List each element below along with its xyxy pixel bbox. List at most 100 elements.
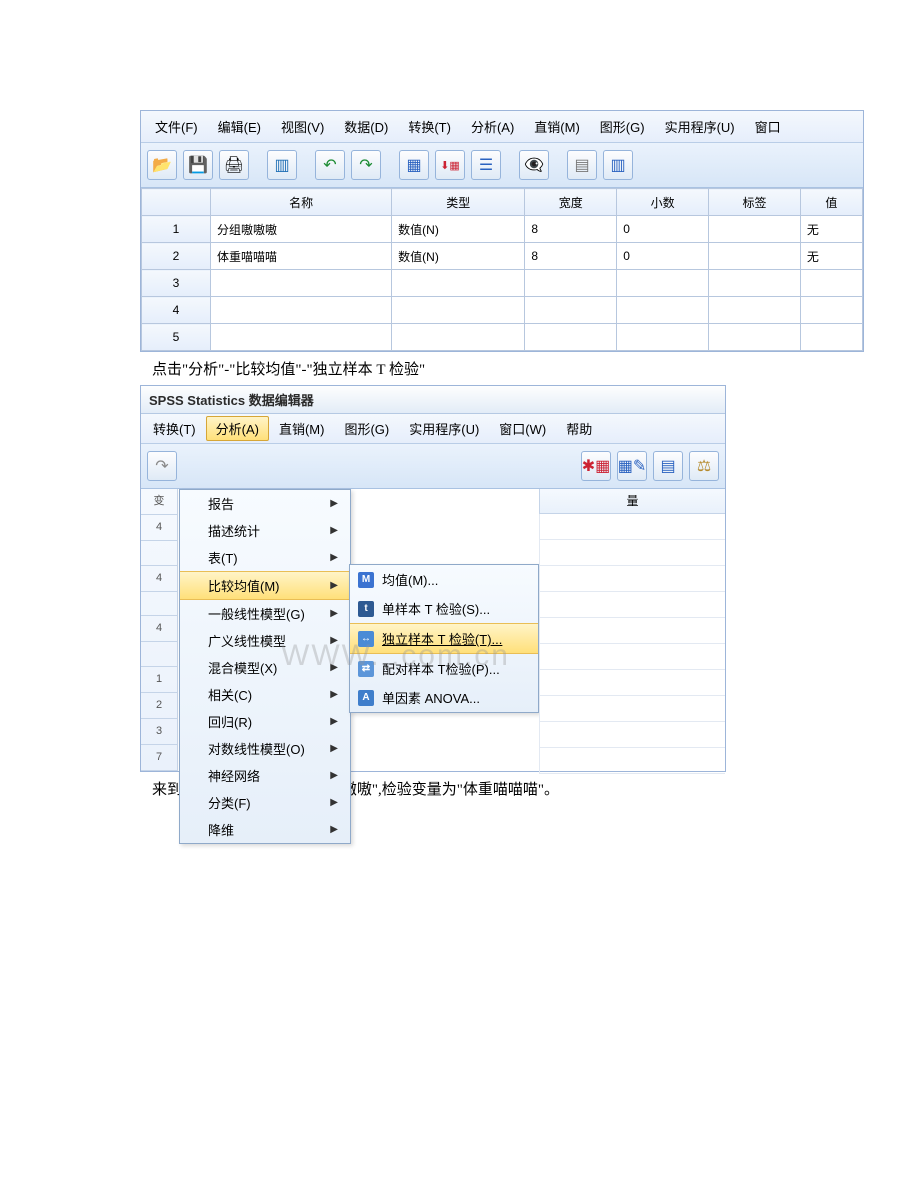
arrow-right-icon: ▶ <box>330 716 338 727</box>
spss-window-variable-view: 文件(F) 编辑(E) 视图(V) 数据(D) 转换(T) 分析(A) 直销(M… <box>140 110 864 352</box>
row-number: 2 <box>142 243 211 270</box>
menu-transform[interactable]: 转换(T) <box>143 416 206 441</box>
paired-t-icon: ⇄ <box>358 661 374 677</box>
col-width: 宽度 <box>525 189 617 216</box>
cell-type[interactable]: 数值(N) <box>392 216 525 243</box>
cell-width[interactable]: 8 <box>525 216 617 243</box>
arrow-right-icon: ▶ <box>330 662 338 673</box>
undo-icon[interactable]: ↶ <box>315 150 345 180</box>
cell-values[interactable]: 无 <box>800 216 862 243</box>
arrow-right-icon: ▶ <box>330 580 338 591</box>
menu-analyze[interactable]: 分析(A) <box>206 416 269 441</box>
save-icon[interactable]: 💾 <box>183 150 213 180</box>
menu-direct[interactable]: 直销(M) <box>269 416 335 441</box>
menu-item-compare-means[interactable]: 比较均值(M)▶ <box>180 571 350 600</box>
chart-icon[interactable]: ▦✎ <box>617 451 647 481</box>
anova-icon: A <box>358 690 374 706</box>
cell-width[interactable]: 8 <box>525 243 617 270</box>
row-number: 1 <box>141 667 177 693</box>
redo-icon[interactable]: ↷ <box>147 451 177 481</box>
col-dec: 小数 <box>617 189 709 216</box>
print-icon[interactable]: 🖨 <box>219 150 249 180</box>
table-row[interactable]: 1 分组嗷嗷嗷 数值(N) 8 0 无 <box>142 216 863 243</box>
menu-edit[interactable]: 编辑(E) <box>208 114 271 139</box>
split-icon[interactable]: ▤ <box>567 150 597 180</box>
cell-values[interactable]: 无 <box>800 243 862 270</box>
menu-utilities[interactable]: 实用程序(U) <box>655 114 745 139</box>
menu-item-tables[interactable]: 表(T)▶ <box>180 544 350 571</box>
menu-item-glm[interactable]: 一般线性模型(G)▶ <box>180 600 350 627</box>
toolbar: 📂 💾 🖨 ▥ ↶ ↷ ▦ ⬇▦ ☰ 👁‍🗨 ▤ ▥ <box>141 143 863 188</box>
table-row[interactable]: 5 <box>142 324 863 351</box>
menu-graph[interactable]: 图形(G) <box>334 416 399 441</box>
cell-dec[interactable]: 0 <box>617 243 709 270</box>
menu-utilities[interactable]: 实用程序(U) <box>399 416 489 441</box>
menu-help[interactable]: 帮助 <box>556 416 602 441</box>
submenu-item-means[interactable]: M 均值(M)... <box>350 565 538 594</box>
arrow-right-icon: ▶ <box>330 743 338 754</box>
redo-icon[interactable]: ↷ <box>351 150 381 180</box>
menu-item-genlin[interactable]: 广义线性模型▶ <box>180 627 350 654</box>
goto-icon[interactable]: ✱▦ <box>581 451 611 481</box>
menu-graph[interactable]: 图形(G) <box>590 114 655 139</box>
menu-analyze[interactable]: 分析(A) <box>461 114 524 139</box>
row-number: 4 <box>142 297 211 324</box>
submenu-item-independent-t[interactable]: ↔ 独立样本 T 检验(T)... <box>350 623 538 654</box>
window-title: SPSS Statistics 数据编辑器 <box>141 386 725 414</box>
menu-item-correlate[interactable]: 相关(C)▶ <box>180 681 350 708</box>
weight-icon[interactable]: ▥ <box>603 150 633 180</box>
sort-icon[interactable]: ⬇▦ <box>435 150 465 180</box>
row-number: 4 <box>141 566 177 592</box>
submenu-item-one-sample-t[interactable]: t 单样本 T 检验(S)... <box>350 594 538 623</box>
goto-icon[interactable]: ▦ <box>399 150 429 180</box>
scale-icon[interactable]: ⚖ <box>689 451 719 481</box>
row-number: 7 <box>141 745 177 771</box>
menu-file[interactable]: 文件(F) <box>145 114 208 139</box>
col-type: 类型 <box>392 189 525 216</box>
table-icon[interactable]: ▤ <box>653 451 683 481</box>
table-row[interactable]: 4 <box>142 297 863 324</box>
analyze-menu: 报告▶ 描述统计▶ 表(T)▶ 比较均值(M)▶ 一般线性模型(G)▶ 广义线性… <box>179 489 351 844</box>
arrow-right-icon: ▶ <box>330 770 338 781</box>
row-header-column: 变 4 4 4 1 2 3 7 <box>141 489 178 771</box>
menu-item-neural[interactable]: 神经网络▶ <box>180 762 350 789</box>
menu-direct[interactable]: 直销(M) <box>524 114 590 139</box>
cell-name[interactable]: 分组嗷嗷嗷 <box>211 216 392 243</box>
menu-window[interactable]: 窗口(W) <box>489 416 556 441</box>
menu-item-classify[interactable]: 分类(F)▶ <box>180 789 350 816</box>
menu-view[interactable]: 视图(V) <box>271 114 334 139</box>
table-row[interactable]: 3 <box>142 270 863 297</box>
col-corner <box>142 189 211 216</box>
independent-t-icon: ↔ <box>358 631 374 647</box>
open-icon[interactable]: 📂 <box>147 150 177 180</box>
menu-item-descriptive[interactable]: 描述统计▶ <box>180 517 350 544</box>
dataset-icon[interactable]: ▥ <box>267 150 297 180</box>
table-row[interactable]: 2 体重喵喵喵 数值(N) 8 0 无 <box>142 243 863 270</box>
menu-item-mixed[interactable]: 混合模型(X)▶ <box>180 654 350 681</box>
find-icon[interactable]: 👁‍🗨 <box>519 150 549 180</box>
col-values: 值 <box>800 189 862 216</box>
submenu-label: 均值(M)... <box>382 570 438 589</box>
cell-label[interactable] <box>709 243 801 270</box>
arrow-right-icon: ▶ <box>330 608 338 619</box>
menu-item-reduce[interactable]: 降维▶ <box>180 816 350 843</box>
cell-name[interactable]: 体重喵喵喵 <box>211 243 392 270</box>
menu-transform[interactable]: 转换(T) <box>398 114 461 139</box>
spss-window-menu-open: SPSS Statistics 数据编辑器 转换(T) 分析(A) 直销(M) … <box>140 385 726 772</box>
toolbar: ↷ ✱▦ ▦✎ ▤ ⚖ <box>141 444 725 489</box>
col-header-left: 变 <box>141 489 177 515</box>
menu-data[interactable]: 数据(D) <box>334 114 398 139</box>
menu-bar: 转换(T) 分析(A) 直销(M) 图形(G) 实用程序(U) 窗口(W) 帮助 <box>141 414 725 444</box>
menu-item-regression[interactable]: 回归(R)▶ <box>180 708 350 735</box>
grid-right: 量 <box>539 489 725 771</box>
menu-item-report[interactable]: 报告▶ <box>180 490 350 517</box>
arrow-right-icon: ▶ <box>330 689 338 700</box>
submenu-item-anova[interactable]: A 单因素 ANOVA... <box>350 683 538 712</box>
cell-dec[interactable]: 0 <box>617 216 709 243</box>
menu-window[interactable]: 窗口 <box>745 114 791 139</box>
variables-icon[interactable]: ☰ <box>471 150 501 180</box>
cell-label[interactable] <box>709 216 801 243</box>
submenu-item-paired-t[interactable]: ⇄ 配对样本 T检验(P)... <box>350 654 538 683</box>
cell-type[interactable]: 数值(N) <box>392 243 525 270</box>
menu-item-loglinear[interactable]: 对数线性模型(O)▶ <box>180 735 350 762</box>
